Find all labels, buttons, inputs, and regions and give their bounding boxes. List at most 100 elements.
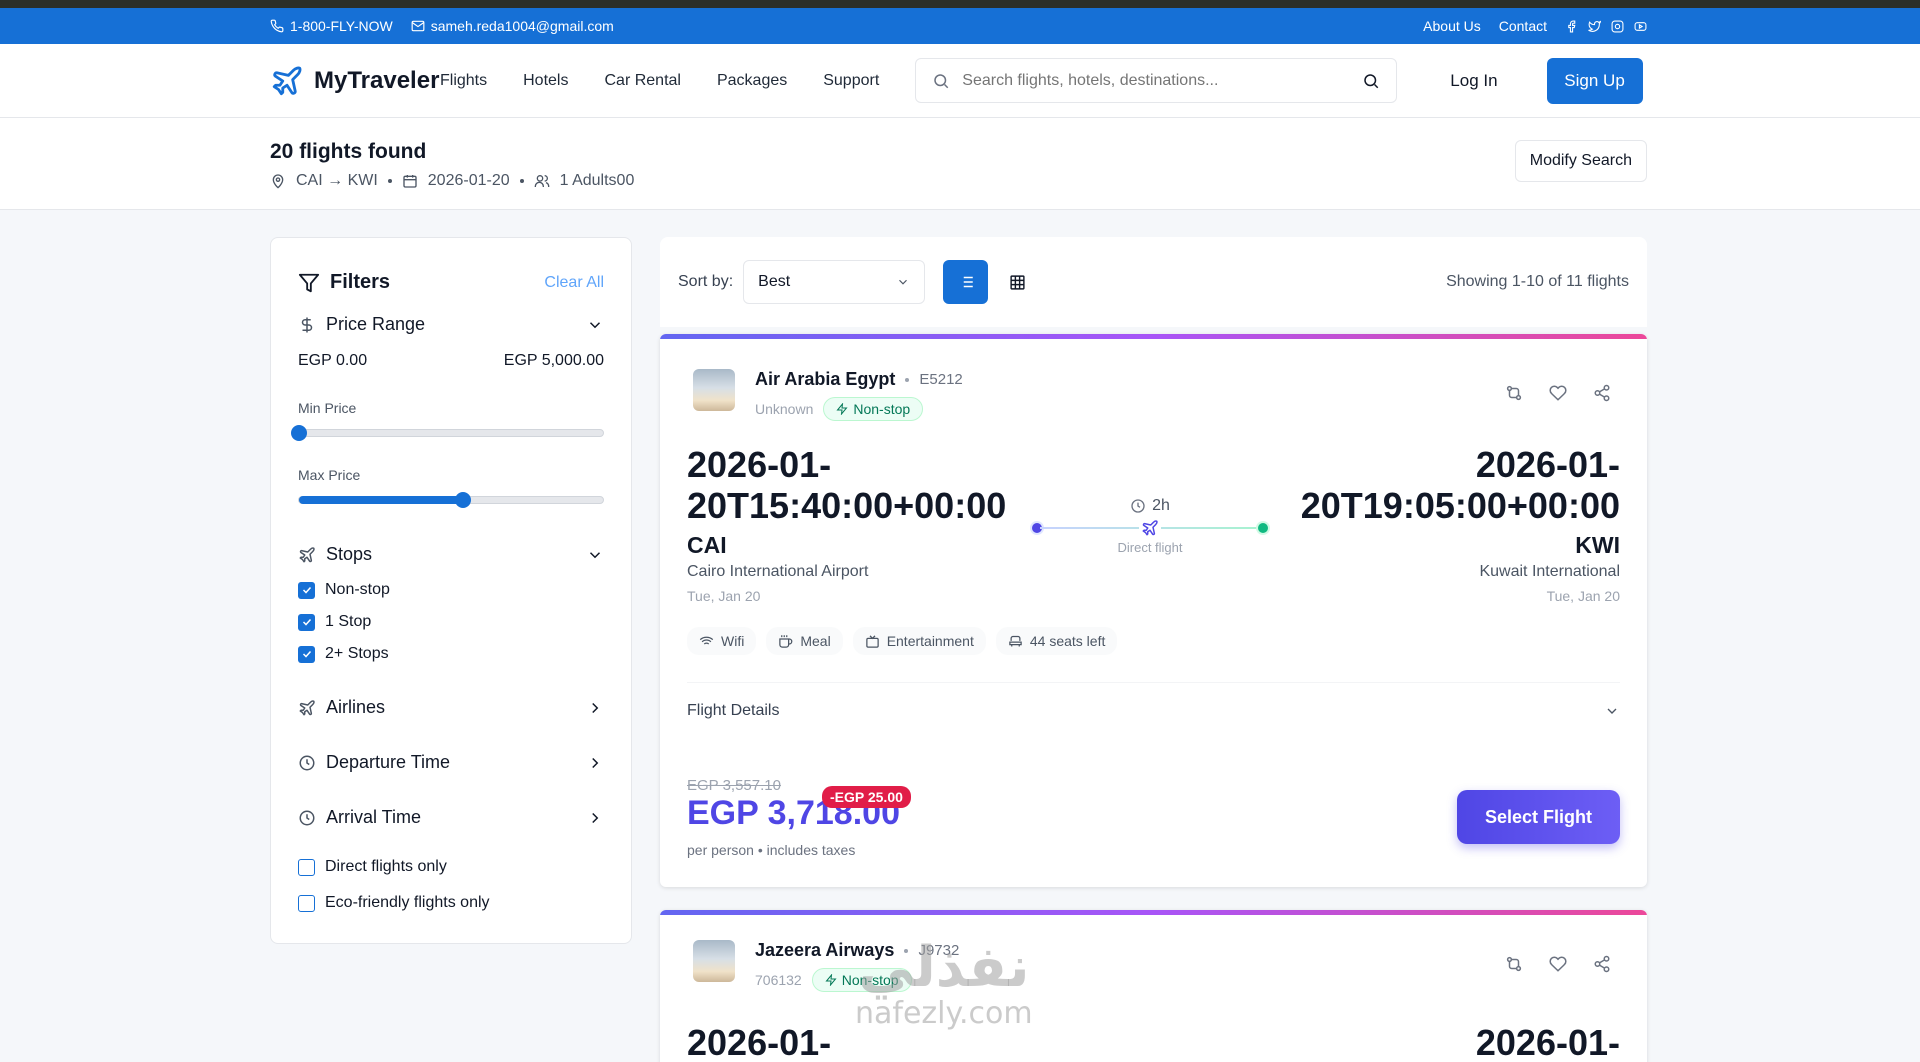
amenity-seats: 44 seats left [995,627,1118,655]
zap-icon [825,974,837,986]
airlines-header[interactable]: Airlines [298,697,604,718]
grid-view-button[interactable] [1002,260,1032,304]
map-pin-icon [272,174,284,189]
twitter-icon[interactable] [1588,20,1601,33]
max-price-fill [299,496,464,504]
chevron-right-icon [592,757,599,768]
search-input[interactable] [962,71,1351,90]
compare-icon[interactable] [1505,384,1523,402]
brand-logo[interactable]: MyTraveler [270,64,440,98]
checkbox-checked[interactable] [298,645,315,663]
card-accent-bar [660,334,1647,339]
nav-packages[interactable]: Packages [717,72,787,90]
main-header: MyTraveler Flights Hotels Car Rental Pac… [0,44,1920,118]
departure-time-header[interactable]: Departure Time [298,752,604,773]
sort-select[interactable]: Best [743,260,926,304]
checkbox-checked[interactable] [298,581,315,599]
passenger-count: 1 Adults00 [559,172,635,189]
sort-label: Sort by: [678,273,734,290]
nav-hotels[interactable]: Hotels [523,72,568,90]
checkbox-checked[interactable] [298,613,315,631]
separator-dot [519,179,524,183]
showing-count: Showing 1-10 of 11 flights [1446,273,1629,290]
nav-support[interactable]: Support [823,72,879,90]
search-submit-icon[interactable] [1362,72,1380,90]
checkbox-unchecked[interactable] [298,894,315,912]
seat-icon [1009,635,1022,646]
price-min-value: EGP 0.00 [298,352,368,369]
phone-link[interactable]: 1-800-FLY-NOW [270,18,393,34]
arrival-time-line2: 20T19:05:00+00:00 [1300,485,1620,526]
checkbox-unchecked[interactable] [298,858,315,876]
email-link[interactable]: sameh.reda1004@gmail.com [411,18,614,34]
instagram-icon[interactable] [1611,20,1624,33]
stops-option-label: 1 Stop [325,613,372,630]
arrival-time-line1: 2026-01- [1475,444,1620,485]
clock-icon [299,810,315,825]
facebook-icon[interactable] [1565,20,1578,33]
amenity-meal: Meal [766,627,843,655]
amenity-label: Wifi [721,633,745,649]
departure-iata: CAI [687,532,727,558]
nav-flights[interactable]: Flights [440,72,487,90]
stops-header[interactable]: Stops [298,544,604,565]
main-nav: Flights Hotels Car Rental Packages Suppo… [440,72,879,90]
compare-icon[interactable] [1505,955,1523,973]
youtube-icon[interactable] [1634,20,1647,33]
chevron-down-icon [899,279,908,285]
plane-icon [299,546,315,562]
departure-time-line1: 2026-01- [687,444,832,485]
min-price-label: Min Price [298,400,357,416]
airline-name: Air Arabia Egypt [755,369,896,389]
max-price-handle[interactable] [455,492,472,508]
contact-link[interactable]: Contact [1499,18,1547,34]
share-icon[interactable] [1593,384,1611,402]
mail-icon [411,20,425,32]
departure-block: 2026-01- 20T15:40:00+00:00 CAI Cairo Int… [687,444,1027,604]
chevron-right-icon [592,812,599,823]
heart-icon[interactable] [1549,384,1567,402]
direct-flights-option[interactable]: Direct flights only [298,858,604,876]
users-icon [534,175,549,187]
heart-icon[interactable] [1549,955,1567,973]
flight-code: J9732 [918,942,960,959]
card-accent-bar [660,910,1647,915]
max-price-label: Max Price [298,467,361,483]
stops-option-label: Non-stop [325,581,390,598]
flight-card: Jazeera Airways J9732 706132 Non-stop 20… [660,910,1647,1062]
chevron-down-icon [589,551,601,558]
route-text: CAI → KWI [296,172,378,189]
signup-button[interactable]: Sign Up [1546,57,1643,104]
zap-icon [836,403,848,415]
results-count-title: 20 flights found [270,140,427,163]
results-summary-bar: 20 flights found CAI → KWI 2026-01-20 1 … [0,118,1920,210]
divider [687,682,1620,683]
about-link[interactable]: About Us [1423,18,1481,34]
login-link[interactable]: Log In [1450,71,1497,91]
share-icon[interactable] [1593,955,1611,973]
price-range-header[interactable]: Price Range [298,314,604,335]
travel-date: 2026-01-20 [427,172,510,189]
clear-all-button[interactable]: Clear All [544,274,604,292]
nav-car-rental[interactable]: Car Rental [604,72,680,90]
clock-icon [1131,499,1145,513]
min-price-handle[interactable] [291,425,307,441]
stops-option-1stop[interactable]: 1 Stop [298,613,604,631]
stops-option-2plus[interactable]: 2+ Stops [298,645,604,663]
aircraft-type: Unknown [755,401,814,417]
flight-details-label: Flight Details [687,702,780,719]
arrival-time-header[interactable]: Arrival Time [298,807,604,828]
chevron-down-icon [1607,708,1617,714]
stops-title: Stops [326,544,373,564]
flight-details-toggle[interactable]: Flight Details [687,702,1620,720]
list-view-button[interactable] [943,260,989,304]
eco-flights-option[interactable]: Eco-friendly flights only [298,894,604,912]
nonstop-badge: Non-stop [811,968,912,992]
select-flight-button[interactable]: Select Flight [1457,790,1620,844]
modify-search-button[interactable]: Modify Search [1514,140,1647,182]
stops-option-nonstop[interactable]: Non-stop [298,581,604,599]
max-price-slider[interactable] [298,492,604,508]
tv-icon [865,634,879,648]
plane-icon [299,699,315,715]
min-price-slider[interactable] [291,425,604,441]
